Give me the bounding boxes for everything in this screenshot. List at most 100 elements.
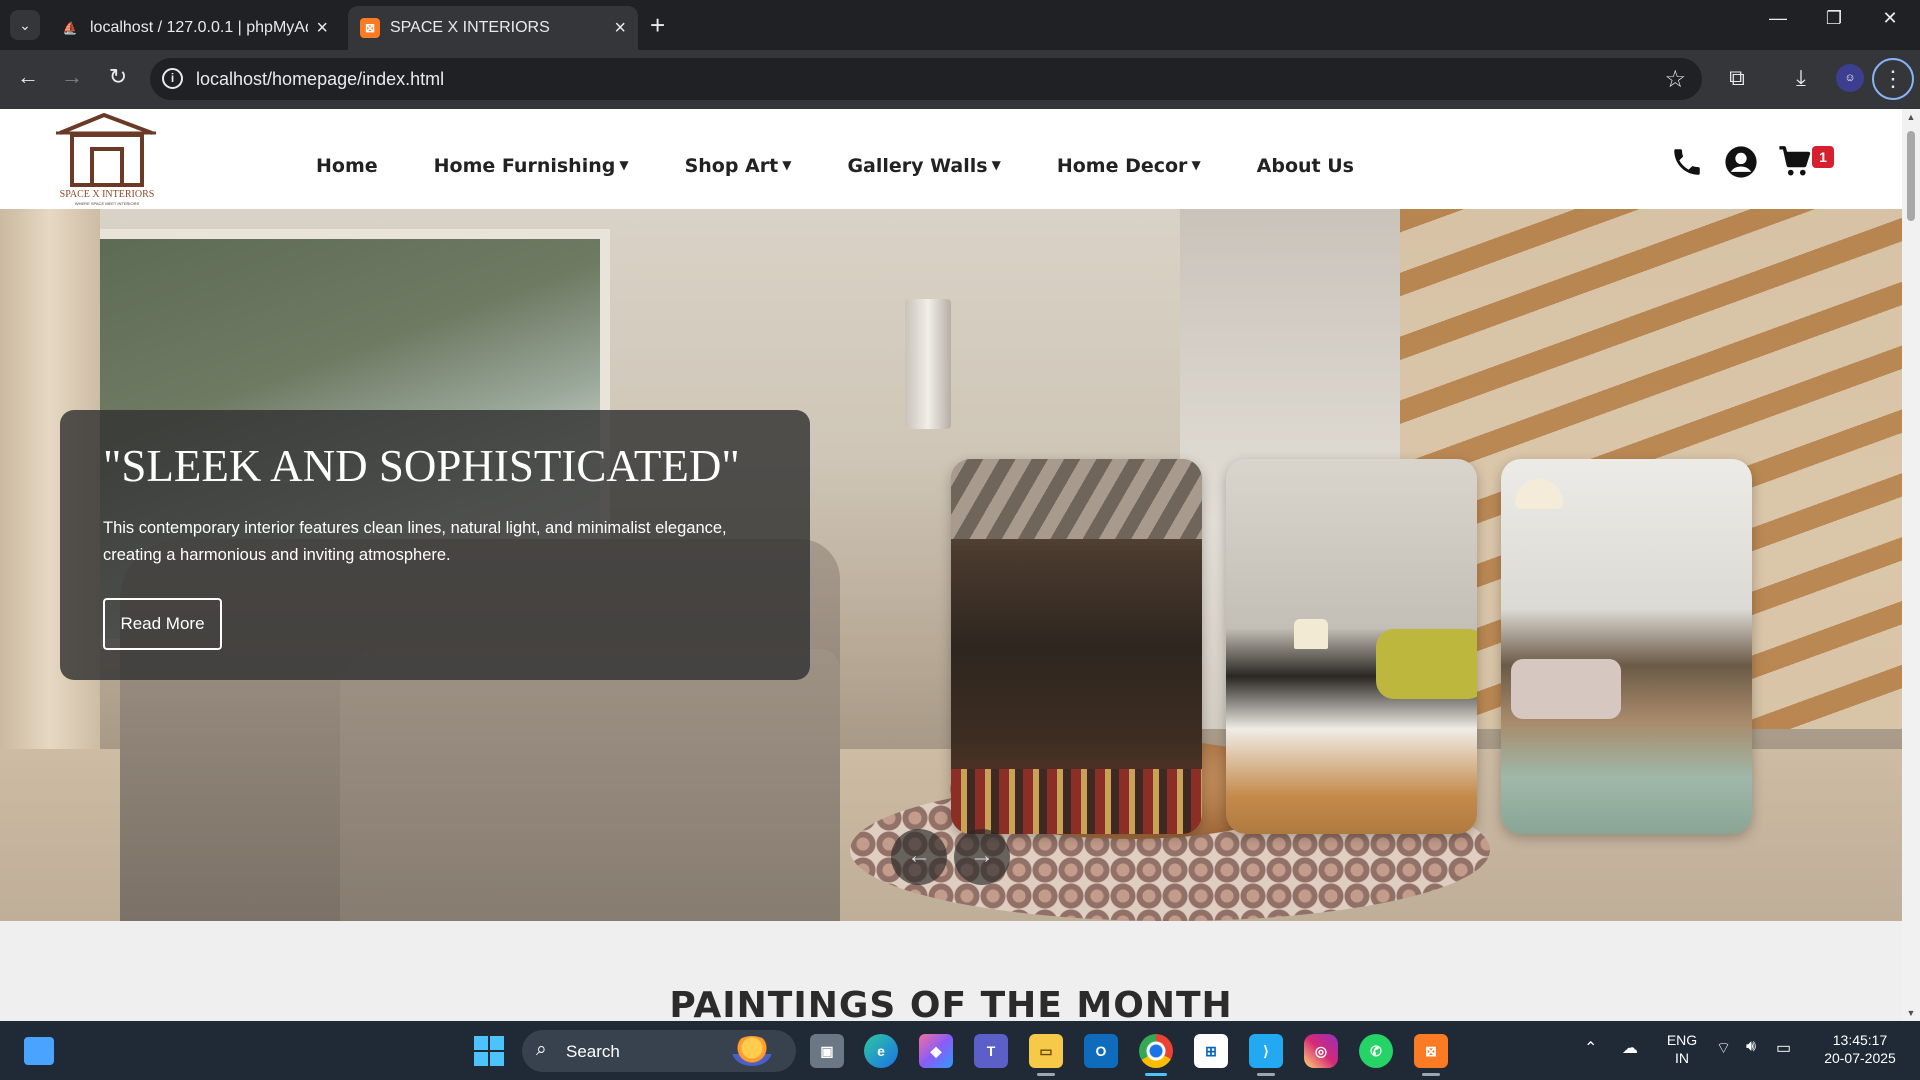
thumbnail-rug: [951, 769, 1202, 834]
tab-title: localhost / 127.0.0.1 | phpMyAdmin: [90, 19, 308, 36]
restore-button[interactable]: ❐: [1814, 8, 1854, 29]
nav-home-decor[interactable]: Home Decor ▼: [1057, 155, 1201, 177]
teams-icon[interactable]: T: [974, 1034, 1008, 1068]
browser-toolbar: ← → ↻ i localhost/homepage/index.html ☆ …: [0, 50, 1920, 109]
tab-search-button[interactable]: ⌄: [10, 10, 40, 40]
xampp-icon: ⊠: [360, 18, 380, 38]
browser-menu-button[interactable]: ⋮: [1872, 58, 1914, 100]
main-navigation: Home Home Furnishing ▼ Shop Art ▼ Gallery …: [316, 155, 1410, 177]
search-highlight-image: [732, 1036, 772, 1066]
new-tab-button[interactable]: +: [650, 10, 665, 40]
caret-down-icon: ▼: [991, 158, 1001, 172]
next-slide-button[interactable]: →: [954, 829, 1010, 885]
house-logo-icon: [56, 112, 156, 187]
slide-thumbnail-2[interactable]: [1226, 459, 1477, 834]
bookmark-star-icon[interactable]: ☆: [1664, 65, 1686, 94]
microsoft-store-icon[interactable]: ⊞: [1194, 1034, 1228, 1068]
close-window-button[interactable]: ✕: [1870, 8, 1910, 29]
profile-avatar[interactable]: ☺: [1836, 64, 1864, 92]
site-logo[interactable]: SPACE X INTERIORS WHERE SPACE MEET INTER…: [52, 112, 162, 206]
onedrive-icon[interactable]: ☁: [1622, 1038, 1638, 1058]
volume-icon[interactable]: 🔊︎: [1746, 1038, 1756, 1056]
close-tab-icon[interactable]: ×: [614, 17, 626, 40]
outlook-icon[interactable]: O: [1084, 1034, 1118, 1068]
thumbnail-pendant: [1515, 479, 1563, 509]
nav-label: Home Furnishing: [433, 155, 616, 177]
wifi-icon[interactable]: ⌔: [1716, 1038, 1731, 1058]
extensions-icon[interactable]: ⧉: [1722, 65, 1752, 91]
shopping-cart-icon[interactable]: [1778, 145, 1812, 179]
taskbar-search[interactable]: ⌕ Search: [522, 1030, 796, 1072]
search-label: Search: [566, 1042, 620, 1061]
windows-start-icon[interactable]: [474, 1036, 504, 1066]
windows-taskbar: ⌕ Search ▣ e ◆ T ▭ O ⊞ ⟩ ◎ ✆ ⊠ ⌃ ☁ ENG I…: [0, 1021, 1920, 1080]
download-icon[interactable]: ⤓: [1786, 65, 1816, 91]
active-app-indicator: [1145, 1073, 1167, 1076]
page-scrollbar[interactable]: ▲ ▼: [1902, 109, 1920, 1021]
file-explorer-icon[interactable]: ▭: [1029, 1034, 1063, 1068]
caret-down-icon: ▼: [619, 158, 629, 172]
user-account-icon[interactable]: [1724, 145, 1758, 179]
clock-date: 20-07-2025: [1824, 1050, 1896, 1066]
nav-gallery-walls[interactable]: Gallery Walls ▼: [847, 155, 1000, 177]
nav-shop-art[interactable]: Shop Art ▼: [685, 155, 792, 177]
slide-thumbnail-1[interactable]: [951, 459, 1202, 834]
back-button[interactable]: ←: [12, 64, 44, 90]
tab-space-x-interiors[interactable]: ⊠ SPACE X INTERIORS ×: [348, 6, 638, 50]
site-header: SPACE X INTERIORS WHERE SPACE MEET INTER…: [0, 109, 1902, 209]
battery-icon[interactable]: ▭: [1776, 1038, 1791, 1058]
nav-label: Shop Art: [684, 155, 779, 177]
caret-down-icon: ▼: [1191, 158, 1201, 172]
thumbnail-sofa: [1376, 629, 1477, 699]
tab-title: SPACE X INTERIORS: [390, 19, 550, 36]
scroll-up-icon[interactable]: ▲: [1906, 112, 1916, 122]
nav-label: About Us: [1256, 155, 1354, 177]
browser-tab-strip: ⌄ ⛵ localhost / 127.0.0.1 | phpMyAdmin ×…: [0, 0, 1920, 50]
phone-icon[interactable]: [1670, 145, 1704, 179]
region-code: IN: [1675, 1050, 1689, 1066]
hero-description: This contemporary interior features clea…: [103, 519, 727, 564]
thumbnail-ceiling: [951, 459, 1202, 539]
forward-button[interactable]: →: [56, 64, 88, 90]
running-indicator: [1037, 1073, 1055, 1076]
nav-label: Gallery Walls: [847, 155, 988, 177]
running-indicator: [1257, 1073, 1275, 1076]
hero-background-sofa-chaise: [340, 649, 840, 921]
vscode-icon[interactable]: ⟩: [1249, 1034, 1283, 1068]
edge-icon[interactable]: e: [864, 1034, 898, 1068]
scroll-down-icon[interactable]: ▼: [1906, 1008, 1916, 1018]
caret-down-icon: ▼: [782, 158, 792, 172]
slide-thumbnail-3[interactable]: [1501, 459, 1752, 834]
language-code: ENG: [1666, 1032, 1698, 1048]
nav-home[interactable]: Home: [316, 155, 378, 177]
read-more-button[interactable]: Read More: [103, 598, 222, 650]
whatsapp-icon[interactable]: ✆: [1359, 1034, 1393, 1068]
phpmyadmin-icon: ⛵: [62, 21, 78, 35]
prev-slide-button[interactable]: ←: [891, 829, 947, 885]
running-indicator: [1422, 1073, 1440, 1076]
scrollbar-thumb[interactable]: [1907, 131, 1915, 221]
minimize-button[interactable]: —: [1758, 8, 1798, 29]
clock-time: 13:45:17: [1832, 1032, 1888, 1048]
nav-about-us[interactable]: About Us: [1257, 155, 1354, 177]
widgets-icon[interactable]: [24, 1037, 54, 1065]
nav-home-furnishing[interactable]: Home Furnishing ▼: [434, 155, 629, 177]
reload-button[interactable]: ↻: [102, 64, 134, 90]
close-tab-icon[interactable]: ×: [316, 17, 328, 40]
show-hidden-icons-chevron-icon[interactable]: ⌃: [1584, 1038, 1597, 1058]
url-text: localhost/homepage/index.html: [196, 69, 445, 89]
hero-background-pendant-light: [905, 299, 951, 429]
xampp-taskbar-icon[interactable]: ⊠: [1414, 1034, 1448, 1068]
copilot-icon[interactable]: ◆: [919, 1034, 953, 1068]
instagram-icon[interactable]: ◎: [1304, 1034, 1338, 1068]
system-clock[interactable]: 13:45:17 20-07-2025: [1812, 1031, 1908, 1067]
site-info-icon[interactable]: i: [162, 68, 183, 89]
address-bar[interactable]: i localhost/homepage/index.html ☆: [150, 58, 1702, 100]
input-language[interactable]: ENG IN: [1664, 1031, 1700, 1067]
thumbnail-lamp: [1294, 619, 1328, 649]
task-view-icon[interactable]: ▣: [810, 1034, 844, 1068]
chrome-icon[interactable]: [1139, 1034, 1173, 1068]
tab-phpmyadmin[interactable]: ⛵ localhost / 127.0.0.1 | phpMyAdmin ×: [48, 6, 340, 50]
nav-label: Home: [316, 155, 378, 177]
logo-tagline: WHERE SPACE MEET INTERIORS: [74, 201, 140, 206]
